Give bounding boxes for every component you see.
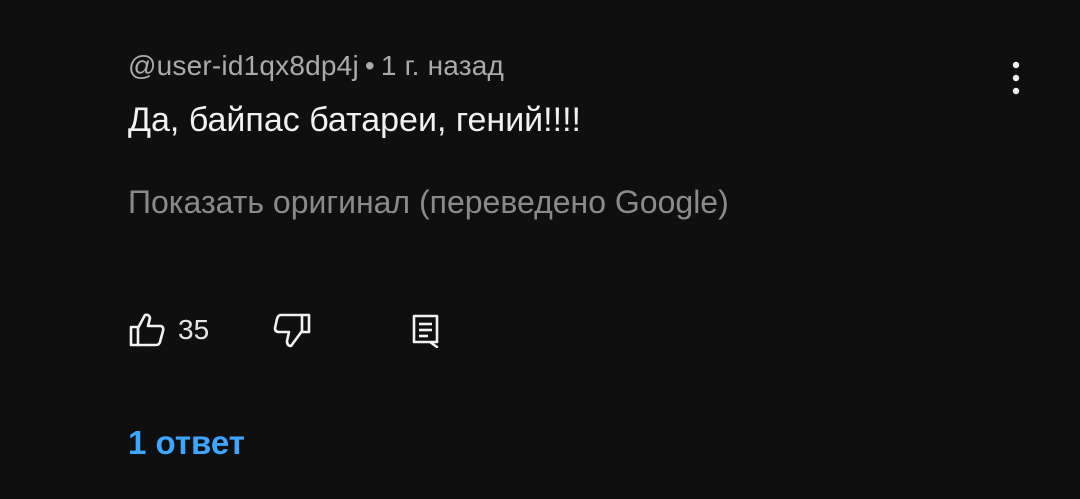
comment-icon <box>412 314 439 348</box>
reply-button[interactable] <box>410 308 442 352</box>
view-replies-button[interactable]: 1 ответ <box>128 424 245 462</box>
meta-separator: • <box>364 50 375 81</box>
like-count: 35 <box>178 314 210 345</box>
author-handle[interactable]: @user-id1qx8dp4j <box>128 50 359 81</box>
dislike-button[interactable] <box>272 308 312 352</box>
more-vert-icon <box>1012 61 1020 95</box>
comment-actions: 35 <box>128 308 488 352</box>
thumb-down-icon <box>273 313 311 348</box>
comment-card: @user-id1qx8dp4j • 1 г. назад Да, байпас б… <box>0 0 1080 499</box>
show-original-link[interactable]: Показать оригинал (переведено Google) <box>128 184 729 221</box>
like-button[interactable]: 35 <box>128 308 209 352</box>
comment-menu-button[interactable] <box>994 56 1038 100</box>
comment-timestamp: 1 г. назад <box>380 50 505 81</box>
comment-meta: @user-id1qx8dp4j • 1 г. назад <box>128 50 504 82</box>
thumb-up-icon <box>129 313 165 347</box>
comment-text: Да, байпас батареи, гений!!!! <box>128 101 581 139</box>
